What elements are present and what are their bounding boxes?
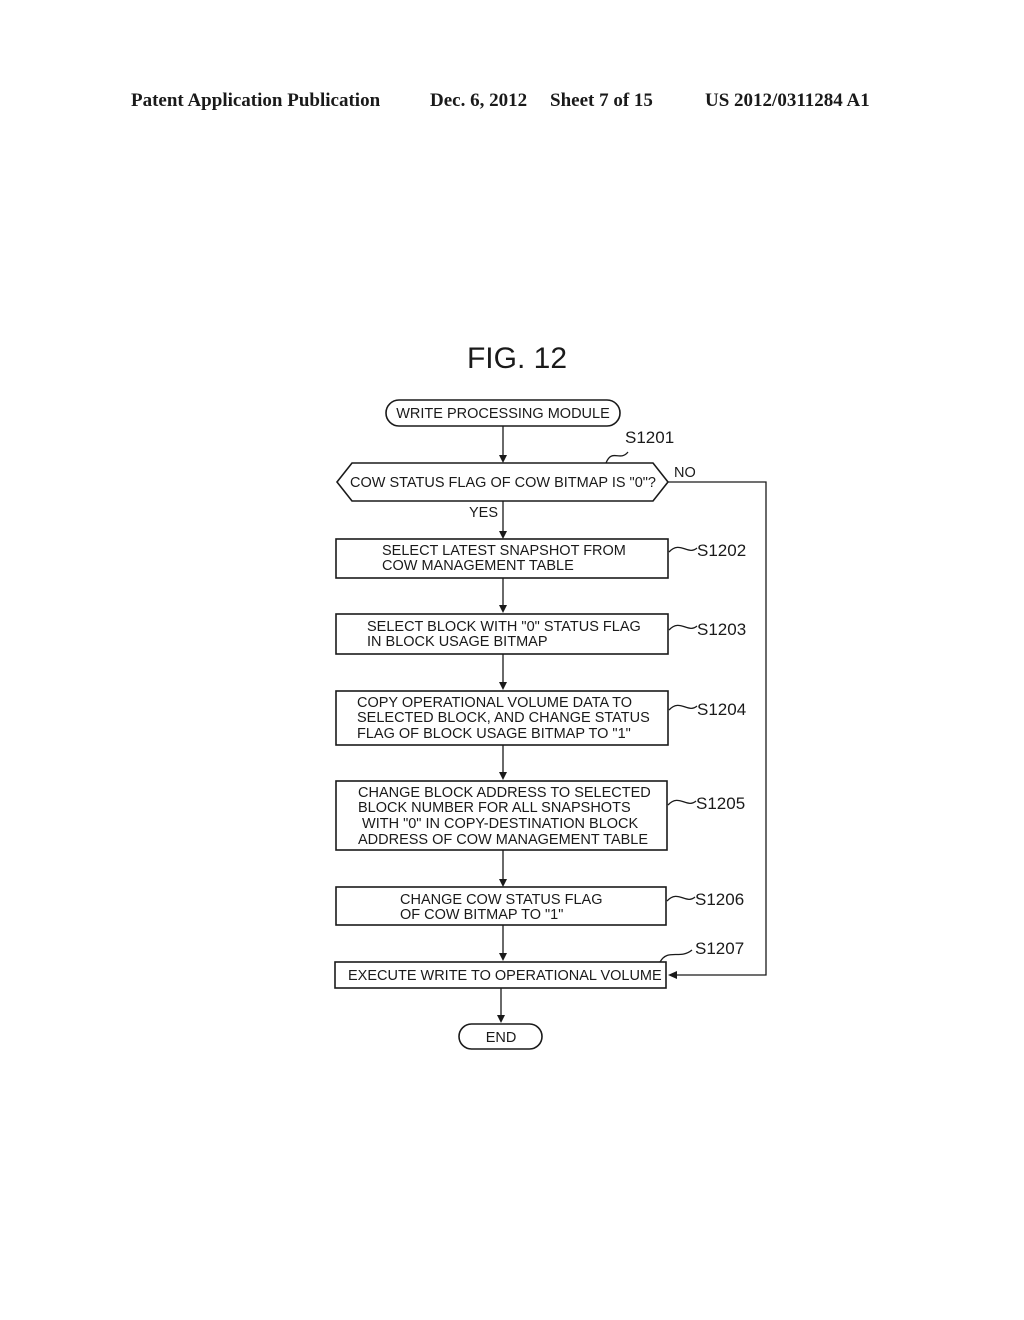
s1205-line-1: CHANGE BLOCK ADDRESS TO SELECTED — [358, 785, 651, 801]
arrow-head — [499, 682, 507, 690]
arrow-head — [499, 953, 507, 961]
step-label-s1206: S1206 — [695, 890, 744, 909]
yes-label: YES — [469, 505, 498, 521]
s1204-line-2: SELECTED BLOCK, AND CHANGE STATUS — [357, 710, 650, 726]
s1202-line-2: COW MANAGEMENT TABLE — [382, 558, 574, 574]
leader-line — [667, 799, 697, 806]
leader-line — [605, 451, 629, 464]
step-label-s1203: S1203 — [697, 620, 746, 639]
step-label-s1207: S1207 — [695, 939, 744, 958]
s1206-line-1: CHANGE COW STATUS FLAG — [400, 892, 602, 908]
s1204-line-3: FLAG OF BLOCK USAGE BITMAP TO "1" — [357, 726, 631, 742]
step-label-s1201: S1201 — [625, 428, 674, 447]
leader-line — [668, 704, 698, 711]
leader-line — [659, 949, 693, 963]
s1203-line-1: SELECT BLOCK WITH "0" STATUS FLAG — [367, 619, 641, 635]
arrow-head — [499, 531, 507, 539]
leader-line — [668, 546, 698, 553]
end-label: END — [486, 1030, 517, 1046]
s1202-line-1: SELECT LATEST SNAPSHOT FROM — [382, 543, 626, 559]
s1204-line-1: COPY OPERATIONAL VOLUME DATA TO — [357, 695, 632, 711]
s1205-line-2: BLOCK NUMBER FOR ALL SNAPSHOTS — [358, 800, 631, 816]
s1206-line-2: OF COW BITMAP TO "1" — [400, 907, 563, 923]
no-label: NO — [674, 465, 696, 481]
start-label: WRITE PROCESSING MODULE — [396, 406, 610, 422]
step-label-s1202: S1202 — [697, 541, 746, 560]
arrow-head — [499, 605, 507, 613]
flowchart: WRITE PROCESSING MODULE COW STATUS FLAG … — [334, 399, 767, 1050]
arrow-head — [499, 455, 507, 463]
s1203-line-2: IN BLOCK USAGE BITMAP — [367, 634, 548, 650]
s1205-line-3: WITH "0" IN COPY-DESTINATION BLOCK — [358, 816, 639, 832]
arrow-head — [499, 879, 507, 887]
step-label-s1205: S1205 — [696, 794, 745, 813]
decision-text: COW STATUS FLAG OF COW BITMAP IS "0"? — [350, 475, 656, 491]
arrow-head — [668, 971, 677, 979]
leader-line — [668, 624, 698, 631]
s1207-line-1: EXECUTE WRITE TO OPERATIONAL VOLUME — [348, 968, 662, 984]
s1205-line-4: ADDRESS OF COW MANAGEMENT TABLE — [358, 832, 648, 848]
arrow-head — [499, 772, 507, 780]
step-label-s1204: S1204 — [697, 700, 746, 719]
leader-line — [666, 895, 696, 902]
arrow-head — [497, 1015, 505, 1023]
